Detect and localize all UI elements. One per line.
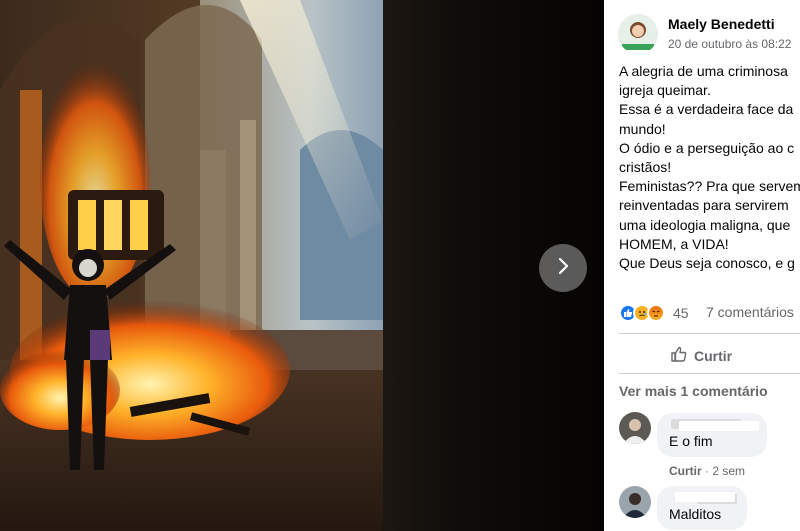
commenter-avatar[interactable] (619, 412, 651, 444)
comment-like-link[interactable]: Curtir (669, 464, 702, 478)
comment-count[interactable]: 7 comentários (706, 304, 794, 320)
comment-actions: Curtir · 2 sem (669, 464, 745, 478)
post-text-line: HOMEM, a VIDA! (619, 235, 729, 252)
post-text-line: O ódio e a perseguição ao c (619, 139, 795, 156)
post-side-panel: Maely Benedetti 20 de outubro às 08:22 A… (604, 0, 800, 531)
angry-icon (647, 304, 665, 322)
post-text-line: mundo! (619, 120, 666, 137)
commenter-avatar[interactable] (619, 486, 651, 518)
divider (619, 333, 800, 334)
post-text-line: uma ideologia maligna, que (619, 216, 791, 233)
reaction-count[interactable]: 45 (673, 305, 689, 321)
post-media-viewer (0, 0, 604, 531)
like-button-label: Curtir (694, 347, 733, 364)
post-text-line: Que Deus seja conosco, e g (619, 254, 795, 271)
comment-bubble[interactable]: E o fim (657, 413, 767, 457)
next-photo-button[interactable] (539, 244, 587, 292)
comment-age: · 2 sem (705, 464, 746, 478)
post-text-line: A alegria de uma criminosa (619, 63, 788, 79)
post-photo (0, 0, 383, 531)
author-name[interactable]: Maely Benedetti (668, 16, 775, 32)
comment-text: Malditos (669, 506, 722, 522)
post-text-line: cristãos! (619, 158, 672, 175)
post-text-line: Feministas?? Pra que servem (619, 178, 800, 195)
chevron-right-icon (553, 256, 573, 281)
reactions-summary[interactable]: 45 (619, 303, 689, 323)
commenter-name-redacted (669, 419, 759, 433)
post-text: A alegria de uma criminosa igreja queima… (619, 62, 800, 273)
post-text-line: Essa é a verdadeira face da (619, 101, 794, 118)
commenter-name-redacted (669, 492, 737, 506)
view-more-comments-link[interactable]: Ver mais 1 comentário (619, 383, 768, 399)
comment-bubble[interactable]: Malditos (657, 486, 747, 530)
thumbs-up-icon (670, 345, 694, 366)
post-timestamp[interactable]: 20 de outubro às 08:22 (668, 37, 791, 51)
comment-text: E o fim (669, 433, 713, 449)
post-text-line: igreja queimar. (619, 82, 711, 99)
like-button[interactable]: Curtir (670, 345, 732, 366)
post-text-line: reinventadas para servirem (619, 197, 789, 214)
divider (619, 373, 800, 374)
author-avatar[interactable] (618, 14, 658, 54)
